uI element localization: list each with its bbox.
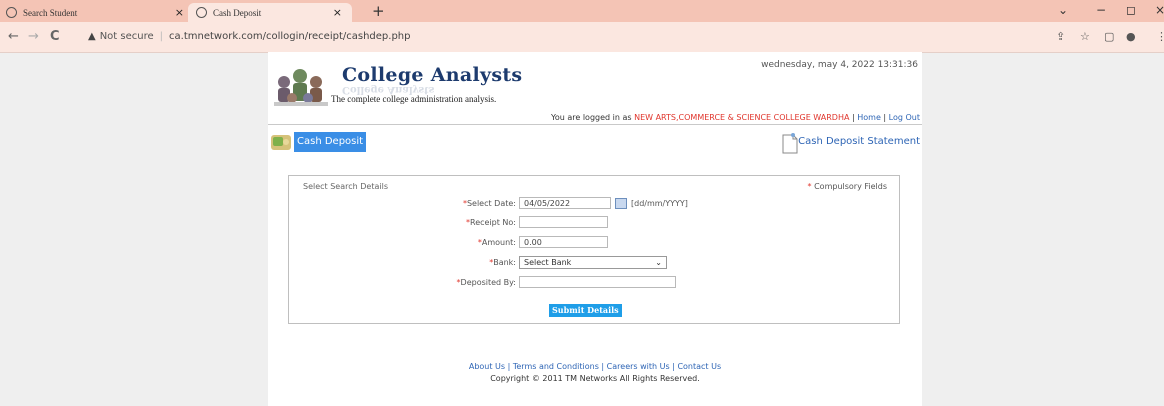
date-label: *Select Date: <box>462 198 516 208</box>
college-name: NEW ARTS,COMMERCE & SCIENCE COLLEGE WARD… <box>634 113 850 122</box>
chevron-down-icon: ⌄ <box>655 258 662 267</box>
date-row: *Select Date: 04/05/2022 [dd/mm/YYYY] <box>369 197 688 209</box>
star-icon[interactable]: ☆ <box>1080 30 1090 43</box>
tab-cash-deposit[interactable]: Cash Deposit × <box>188 3 352 22</box>
bank-label: *Bank: <box>489 258 516 267</box>
deposited-row: *Deposited By: <box>369 276 676 288</box>
terms-link[interactable]: Terms and Conditions <box>513 362 599 371</box>
logout-link[interactable]: Log Out <box>889 113 920 122</box>
receipt-label: *Receipt No: <box>466 217 516 227</box>
warning-icon: ▲ <box>88 31 96 42</box>
amount-input[interactable]: 0.00 <box>519 236 608 248</box>
close-window-button[interactable]: × <box>1155 3 1164 17</box>
calendar-icon[interactable] <box>615 197 627 209</box>
security-label: Not secure <box>99 31 154 42</box>
receipt-input[interactable] <box>519 216 608 228</box>
deposited-label: *Deposited By: <box>456 277 516 287</box>
search-details-form: Select Search Details * Compulsory Field… <box>288 175 900 324</box>
brand-tagline: The complete college administration anal… <box>331 94 497 104</box>
receipt-row: *Receipt No: <box>369 216 608 228</box>
copyright: Copyright © 2011 TM Networks All Rights … <box>490 374 700 383</box>
tab-search-student[interactable]: Search Student × <box>6 3 194 22</box>
document-icon <box>782 133 798 154</box>
brand-title: College Analysts <box>342 64 523 86</box>
browser-toolbar: ← → C ▲ Not secure | ca.tmnetwork.com/co… <box>0 22 1164 53</box>
tab-title: Cash Deposit <box>213 7 262 18</box>
globe-icon <box>6 7 17 18</box>
tab-search-dropdown-icon[interactable]: ⌄ <box>1058 3 1068 17</box>
login-status: You are logged in as NEW ARTS,COMMERCE &… <box>551 113 920 122</box>
tab-title: Search Student <box>23 7 78 18</box>
submit-details-button[interactable]: Submit Details <box>549 304 622 317</box>
college-logo-icon <box>272 58 330 108</box>
contact-us-link[interactable]: Contact Us <box>677 362 721 371</box>
compulsory-note: * Compulsory Fields <box>807 182 887 191</box>
home-link[interactable]: Home <box>857 113 881 122</box>
maximize-button[interactable]: ◻ <box>1126 3 1136 17</box>
tab-close-icon[interactable]: × <box>175 6 184 19</box>
footer-links: About Us | Terms and Conditions | Career… <box>468 362 722 371</box>
url-text: ca.tmnetwork.com/collogin/receipt/cashde… <box>169 31 411 42</box>
address-bar[interactable]: ▲ Not secure | ca.tmnetwork.com/collogin… <box>88 27 1048 46</box>
careers-link[interactable]: Careers with Us <box>607 362 670 371</box>
tab-close-icon[interactable]: × <box>333 6 342 19</box>
amount-row: *Amount: 0.00 <box>369 236 608 248</box>
current-datetime: wednesday, may 4, 2022 13:31:36 <box>761 60 918 70</box>
deposited-by-input[interactable] <box>519 276 676 288</box>
back-button[interactable]: ← <box>8 29 19 44</box>
amount-label: *Amount: <box>477 237 516 247</box>
form-heading: Select Search Details <box>303 182 388 191</box>
header-divider <box>268 124 922 125</box>
profile-icon[interactable]: ● <box>1126 30 1136 43</box>
divider: | <box>159 31 164 42</box>
login-prefix: You are logged in as <box>551 113 635 122</box>
bank-select[interactable]: Select Bank ⌄ <box>519 256 667 269</box>
browser-tab-strip: Search Student × Cash Deposit × + ⌄ − ◻ … <box>0 0 1164 22</box>
cash-deposit-icon <box>271 135 291 150</box>
bank-row: *Bank: Select Bank ⌄ <box>369 256 667 269</box>
share-icon[interactable]: ⇪ <box>1056 30 1065 43</box>
globe-icon <box>196 7 207 18</box>
new-tab-button[interactable]: + <box>372 2 385 20</box>
sidebar-icon[interactable]: ▢ <box>1104 30 1114 43</box>
separator: | <box>880 113 889 122</box>
page-title: Cash Deposit <box>294 132 367 152</box>
menu-icon[interactable]: ⋮ <box>1156 30 1164 43</box>
date-format-hint: [dd/mm/YYYY] <box>631 198 688 208</box>
page-content: College Analysts College Analysts The co… <box>268 52 922 406</box>
about-us-link[interactable]: About Us <box>469 362 505 371</box>
reload-button[interactable]: C <box>50 29 60 44</box>
forward-button[interactable]: → <box>28 29 39 44</box>
date-input[interactable]: 04/05/2022 <box>519 197 611 209</box>
minimize-button[interactable]: − <box>1096 3 1106 17</box>
cash-deposit-statement-link[interactable]: Cash Deposit Statement <box>798 136 920 147</box>
